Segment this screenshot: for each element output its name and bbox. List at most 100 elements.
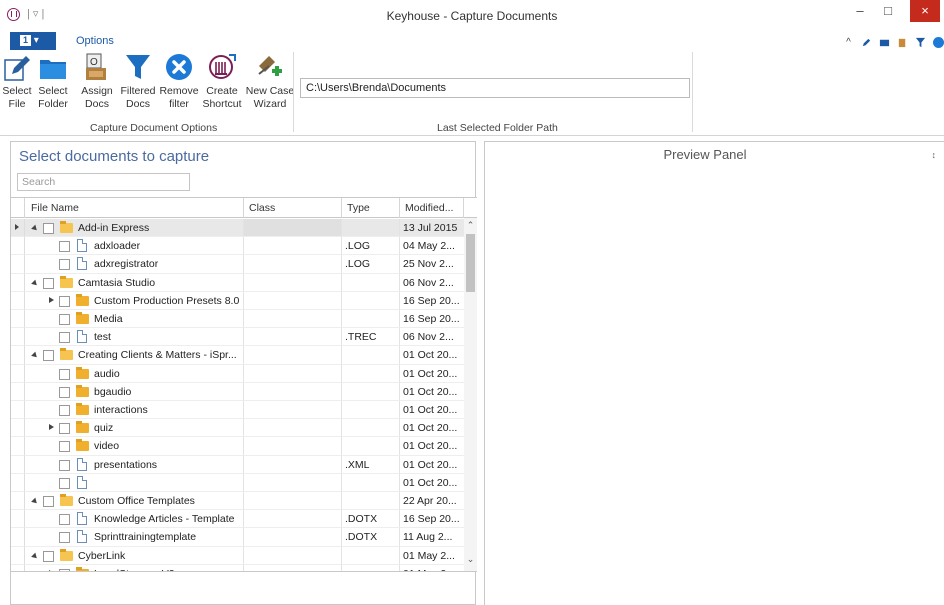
row-selector[interactable] xyxy=(11,528,25,547)
filtered-docs-button[interactable]: Filtered Docs xyxy=(115,52,161,111)
row-selector[interactable] xyxy=(11,401,25,420)
pin-icon[interactable]: ↕ xyxy=(932,150,937,160)
row-checkbox[interactable] xyxy=(59,514,70,526)
select-folder-button[interactable]: Select Folder xyxy=(33,52,73,111)
row-checkbox[interactable] xyxy=(59,295,70,307)
row-checkbox[interactable] xyxy=(43,223,54,234)
select-file-button[interactable]: Select File xyxy=(2,52,32,111)
row-selector[interactable] xyxy=(11,237,25,256)
row-checkbox[interactable] xyxy=(59,386,70,398)
minimize-button[interactable]: – xyxy=(846,0,874,22)
folder-row[interactable]: Camtasia Studio 06 Nov 2... xyxy=(11,273,464,292)
row-selector[interactable] xyxy=(11,473,25,492)
column-type[interactable]: Type xyxy=(342,198,400,218)
file-row[interactable]: adxloader .LOG 04 May 2... xyxy=(11,237,464,256)
expand-arrow-icon[interactable] xyxy=(49,296,54,303)
file-tab[interactable]: 1 ▾ xyxy=(10,32,56,50)
file-row[interactable]: Sprinttrainingtemplate .DOTX 11 Aug 2... xyxy=(11,528,464,547)
collapse-arrow-icon[interactable] xyxy=(31,352,39,360)
file-row[interactable]: presentations .XML 01 Oct 20... xyxy=(11,455,464,474)
row-selector[interactable] xyxy=(11,382,25,401)
type-cell: .LOG xyxy=(342,237,400,256)
folder-row[interactable]: video 01 Oct 20... xyxy=(11,437,464,456)
folder-row[interactable]: quiz 01 Oct 20... xyxy=(11,419,464,438)
folder-row[interactable]: Custom Production Presets 8.0 16 Sep 20..… xyxy=(11,291,464,310)
row-selector[interactable] xyxy=(11,364,25,383)
row-checkbox[interactable] xyxy=(59,259,70,271)
folder-row[interactable]: Media 16 Sep 20... xyxy=(11,310,464,329)
row-checkbox[interactable] xyxy=(59,405,70,416)
collapse-arrow-icon[interactable] xyxy=(31,279,39,287)
row-selector[interactable] xyxy=(11,310,25,329)
row-selector[interactable] xyxy=(11,419,25,438)
close-button[interactable]: × xyxy=(910,0,940,22)
pencil-small-icon[interactable] xyxy=(861,37,872,48)
folder-row[interactable]: bgaudio 01 Oct 20... xyxy=(11,382,464,401)
tab-options[interactable]: Options xyxy=(76,35,114,47)
row-checkbox[interactable] xyxy=(43,550,54,562)
row-checkbox[interactable] xyxy=(59,314,70,325)
row-checkbox[interactable] xyxy=(43,277,54,289)
column-class[interactable]: Class xyxy=(244,198,342,218)
filter-small-icon[interactable] xyxy=(915,37,926,48)
row-checkbox[interactable] xyxy=(59,459,70,471)
row-checkbox[interactable] xyxy=(43,350,54,362)
row-selector[interactable] xyxy=(11,273,25,292)
file-row[interactable]: 01 Oct 20... xyxy=(11,473,464,492)
row-checkbox[interactable] xyxy=(59,477,70,489)
maximize-button[interactable]: □ xyxy=(874,0,902,22)
folder-small-icon[interactable] xyxy=(879,37,890,48)
remove-filter-button[interactable]: Remove filter xyxy=(158,52,200,111)
row-checkbox[interactable] xyxy=(59,441,70,453)
row-checkbox[interactable] xyxy=(59,332,70,344)
class-cell xyxy=(244,310,342,329)
create-shortcut-button[interactable]: Create Shortcut xyxy=(200,52,244,111)
collapse-arrow-icon[interactable] xyxy=(31,552,39,560)
collapse-arrow-icon[interactable] xyxy=(31,224,39,233)
row-selector[interactable] xyxy=(11,255,25,274)
class-cell xyxy=(244,237,342,256)
collapse-arrow-icon[interactable] xyxy=(31,497,39,506)
folder-row[interactable]: Creating Clients & Matters - iSpr... 01 O… xyxy=(11,346,464,365)
expand-arrow-icon[interactable] xyxy=(49,424,54,431)
row-checkbox[interactable] xyxy=(59,532,70,544)
vertical-scrollbar[interactable]: ⌃ ⌄ xyxy=(464,218,477,571)
column-file-name[interactable]: File Name xyxy=(25,198,244,218)
file-row[interactable]: test .TREC 06 Nov 2... xyxy=(11,328,464,347)
class-cell xyxy=(244,382,342,401)
row-checkbox[interactable] xyxy=(59,241,70,253)
file-row[interactable]: adxregistrator .LOG 25 Nov 2... xyxy=(11,255,464,274)
folder-path-field[interactable]: C:\Users\Brenda\Documents xyxy=(300,78,690,98)
search-input[interactable]: Search xyxy=(17,173,190,191)
row-checkbox[interactable] xyxy=(59,423,70,435)
file-row[interactable]: Knowledge Articles - Template .DOTX 16 Sep… xyxy=(11,510,464,529)
row-selector[interactable] xyxy=(11,455,25,474)
row-selector[interactable] xyxy=(11,328,25,347)
scroll-up-icon[interactable]: ⌃ xyxy=(464,218,477,232)
file-name-cell: adxregistrator xyxy=(25,255,244,274)
folder-row[interactable]: audio 01 Oct 20... xyxy=(11,364,464,383)
remove-filter-small-icon[interactable] xyxy=(933,36,944,48)
scrollbar-thumb[interactable] xyxy=(466,234,475,292)
row-selector[interactable] xyxy=(11,437,25,456)
column-modified[interactable]: Modified... xyxy=(400,198,464,218)
row-checkbox[interactable] xyxy=(43,496,54,507)
folder-row[interactable]: Add-in Express 13 Jul 2015 xyxy=(11,219,464,238)
type-cell xyxy=(342,310,400,329)
row-selector[interactable] xyxy=(11,546,25,565)
row-selector[interactable] xyxy=(11,219,25,238)
chevron-up-icon[interactable]: ^ xyxy=(843,37,854,48)
row-selector[interactable] xyxy=(11,492,25,511)
folder-row[interactable]: interactions 01 Oct 20... xyxy=(11,401,464,420)
assign-docs-button[interactable]: O Assign Docs xyxy=(75,52,119,111)
panel-heading: Select documents to capture xyxy=(19,148,210,165)
row-selector[interactable] xyxy=(11,510,25,529)
folder-row[interactable]: Custom Office Templates 22 Apr 20... xyxy=(11,492,464,511)
row-selector[interactable] xyxy=(11,291,25,310)
row-selector[interactable] xyxy=(11,346,25,365)
row-checkbox[interactable] xyxy=(59,368,70,380)
scroll-down-icon[interactable]: ⌄ xyxy=(464,552,477,566)
assign-small-icon[interactable] xyxy=(897,37,908,48)
new-case-wizard-button[interactable]: New Case Wizard xyxy=(244,52,296,111)
folder-row[interactable]: CyberLink 01 May 2... xyxy=(11,546,464,565)
